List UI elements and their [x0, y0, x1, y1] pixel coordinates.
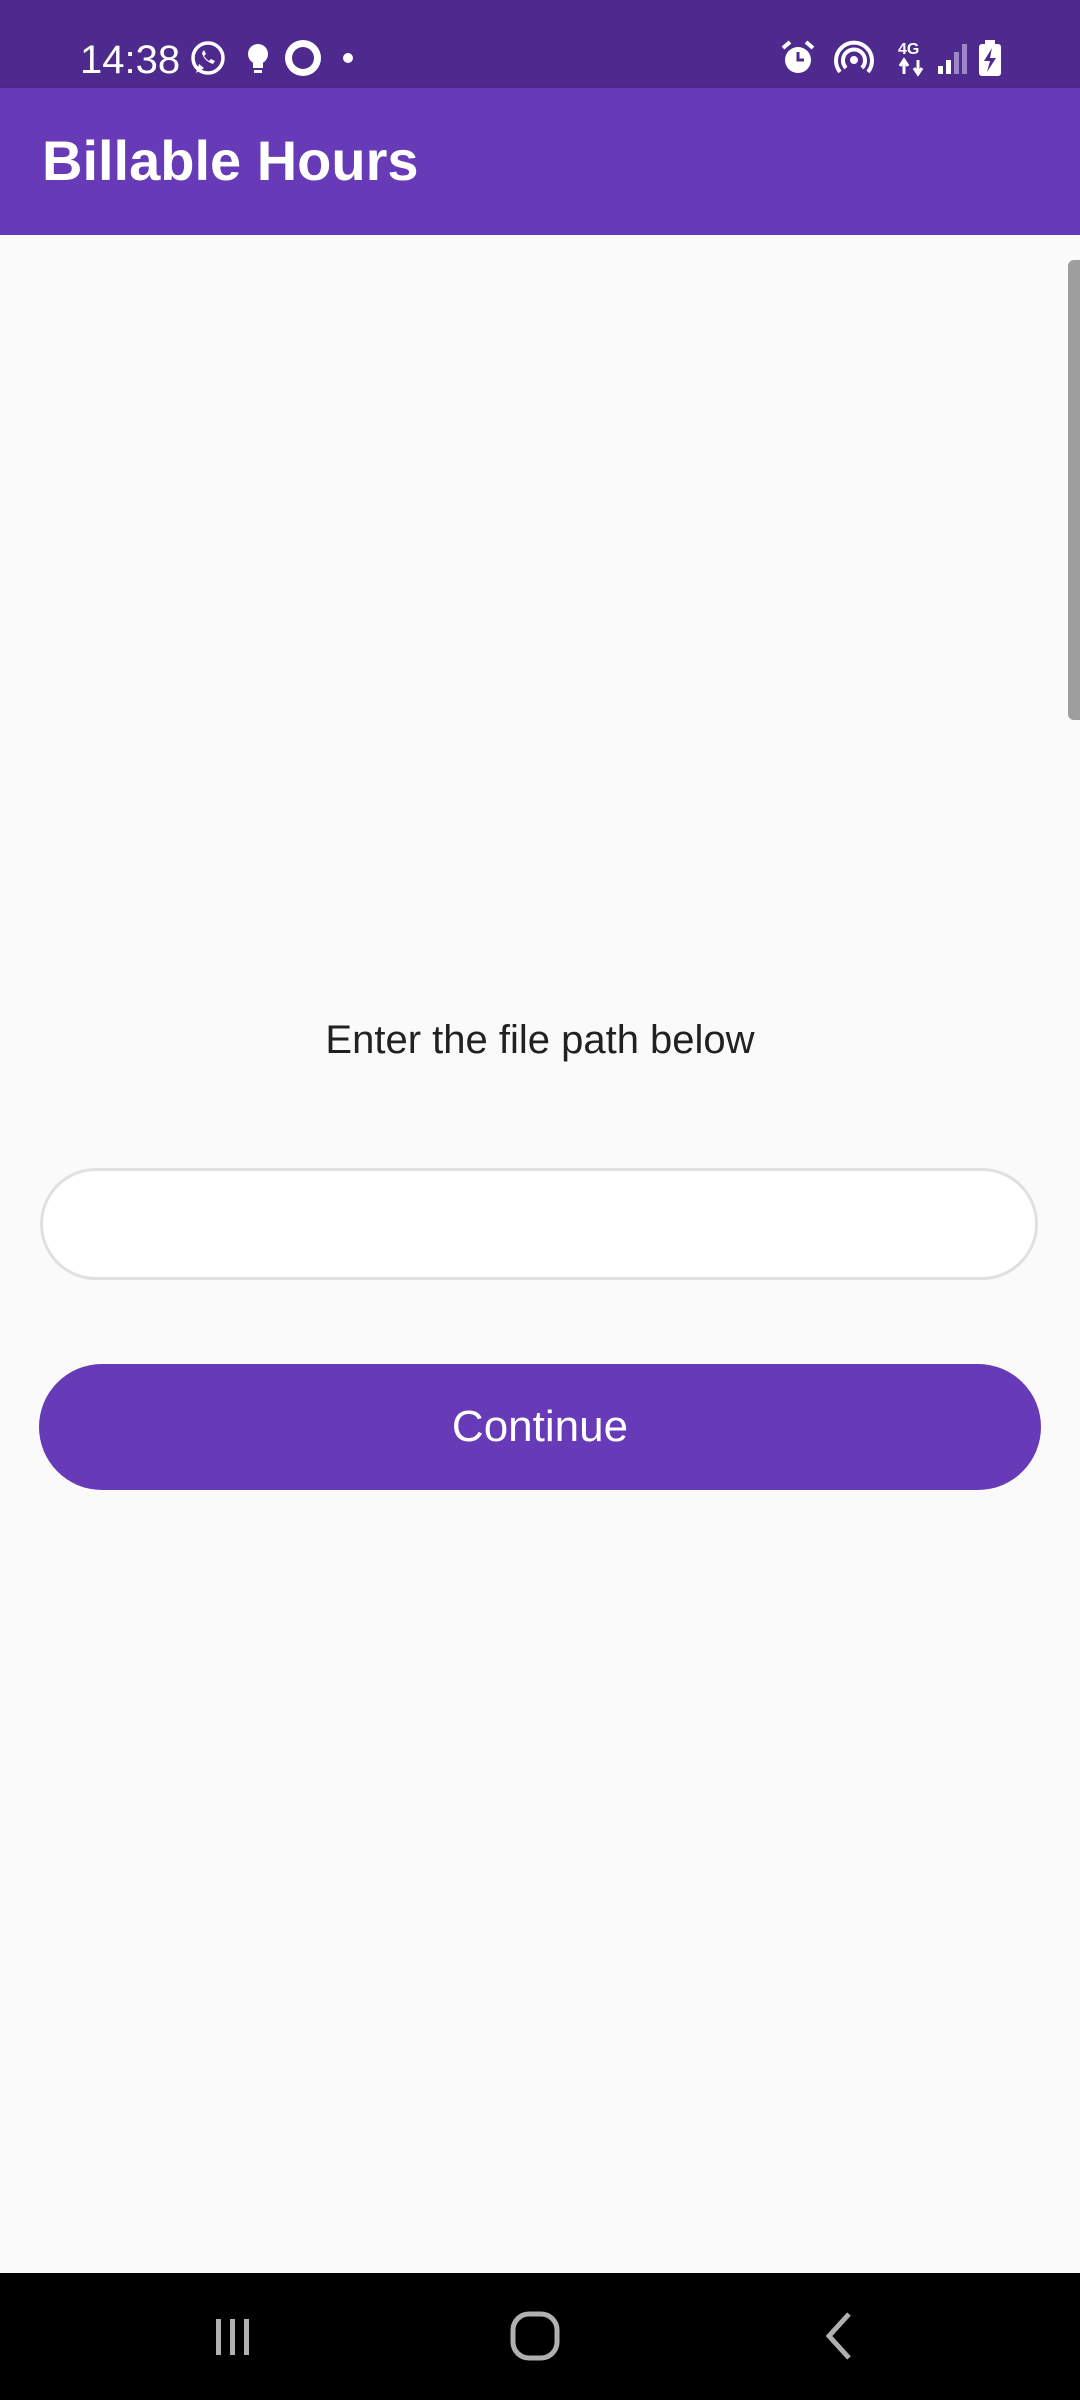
hotspot-icon	[832, 38, 874, 78]
chelsea-badge-icon	[283, 38, 323, 78]
continue-button[interactable]: Continue	[39, 1364, 1041, 1490]
recent-apps-icon[interactable]	[193, 2301, 273, 2371]
dot-icon	[338, 38, 378, 78]
app-title: Billable Hours	[42, 129, 419, 192]
4g-data-icon: 4G	[896, 38, 930, 78]
battery-charging-icon	[976, 38, 1004, 78]
home-icon[interactable]	[495, 2301, 575, 2371]
whatsapp-icon	[188, 38, 228, 78]
lightbulb-icon	[238, 38, 278, 78]
status-bar: 14:38 4G	[0, 0, 1080, 88]
app-bar: Billable Hours	[0, 88, 1080, 235]
network-label: 4G	[898, 41, 919, 58]
status-time: 14:38	[80, 38, 181, 82]
signal-icon	[934, 38, 968, 78]
alarm-icon	[778, 38, 818, 78]
file-path-prompt: Enter the file path below	[325, 1018, 755, 1062]
navigation-bar	[0, 2273, 1080, 2400]
file-path-input[interactable]	[40, 1168, 1038, 1280]
back-icon[interactable]	[800, 2301, 880, 2371]
scroll-indicator[interactable]	[1068, 260, 1080, 720]
